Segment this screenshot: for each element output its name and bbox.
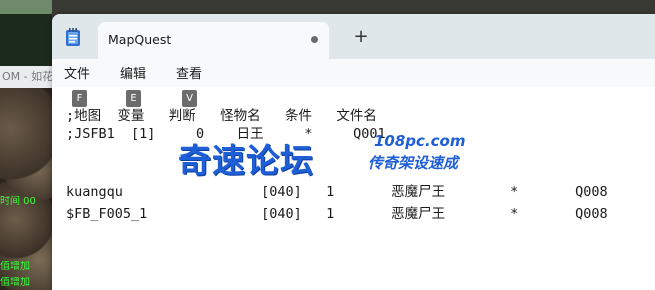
watermark-url: 108pc.com xyxy=(374,132,466,150)
unsaved-dot-icon[interactable] xyxy=(311,36,318,43)
menu-bar: 文件 编辑 查看 xyxy=(52,59,655,87)
background-window-title: OM - 如花 xyxy=(0,66,52,88)
keytip-edit: E xyxy=(126,90,141,107)
menu-file[interactable]: 文件 xyxy=(64,63,90,82)
text-line: ;地图 变量 判断 怪物名 条件 文件名 xyxy=(66,108,377,124)
menu-view[interactable]: 查看 xyxy=(176,63,202,82)
tab-mapquest[interactable]: MapQuest xyxy=(98,22,329,59)
watermark-sub: 传奇架设速成 xyxy=(368,154,459,172)
tab-bar: MapQuest + xyxy=(52,14,655,59)
new-tab-button[interactable]: + xyxy=(352,28,370,46)
menu-edit[interactable]: 编辑 xyxy=(120,63,146,82)
keytip-view: V xyxy=(182,90,197,107)
text-line: $FB_F005_1 [040] 1 恶魔尸王 * Q008 xyxy=(66,206,608,222)
background-overlay-line: 值增加 xyxy=(0,277,30,288)
background-window: OM - 如花 时间 00 值增加 值增加 xyxy=(0,0,52,290)
watermark: 奇速论坛 108pc.com 传奇架设速成 xyxy=(178,132,538,186)
notepad-icon xyxy=(64,27,82,47)
background-overlay-line: 值增加 xyxy=(0,261,30,272)
tab-title: MapQuest xyxy=(108,32,172,47)
notepad-window: MapQuest + 文件 编辑 查看 ;地图 变量 判断 怪物名 条件 文件名… xyxy=(52,14,655,290)
keytip-file: F xyxy=(72,90,87,107)
watermark-main: 奇速论坛 xyxy=(178,141,314,180)
background-overlay-line: 时间 00 xyxy=(0,196,36,207)
background-game-image xyxy=(0,88,52,290)
desktop-strip xyxy=(0,0,52,14)
text-editor-area[interactable]: ;地图 变量 判断 怪物名 条件 文件名 ;JSFB1 [1] 0 日王 * Q… xyxy=(52,87,655,290)
